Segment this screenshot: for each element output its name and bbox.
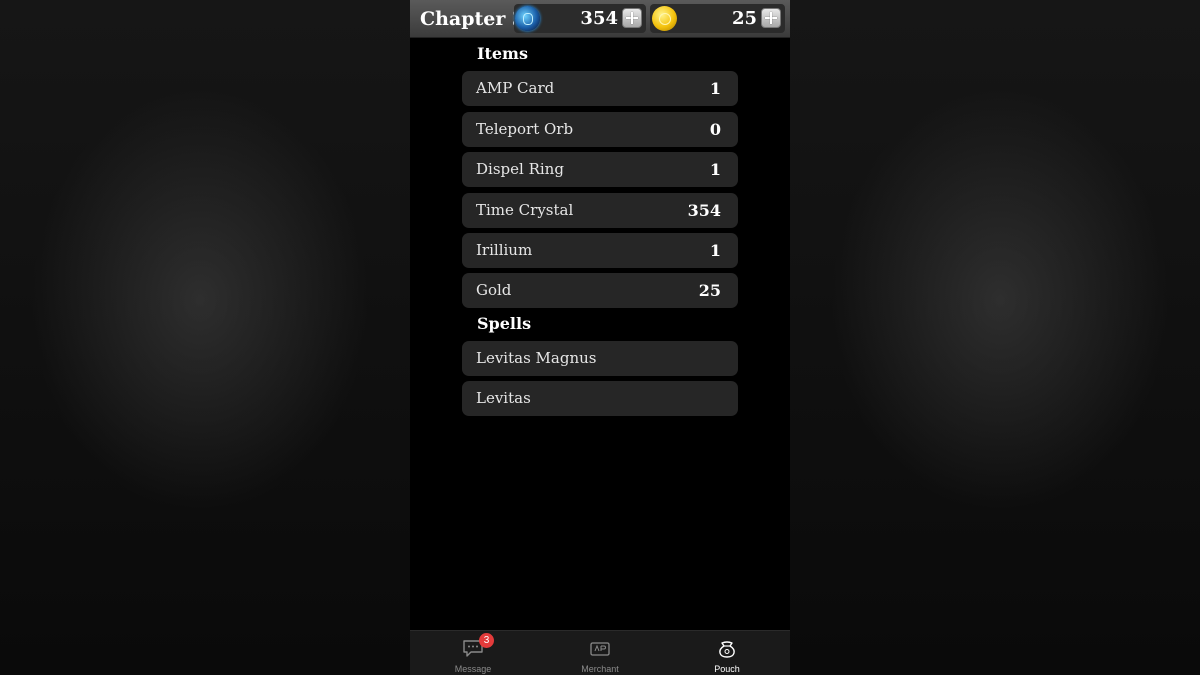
crystal-count: 354: [580, 8, 618, 29]
nav-label-pouch: Pouch: [714, 664, 740, 674]
item-count: 1: [709, 79, 721, 98]
chapter-title: Chapter 3: [420, 8, 526, 30]
spell-row-levitas-magnus[interactable]: Levitas Magnus: [462, 341, 738, 376]
pouch-icon: [719, 641, 735, 658]
spell-row-levitas[interactable]: Levitas: [462, 381, 738, 416]
merchant-card-icon: [590, 642, 610, 656]
item-name: Teleport Orb: [476, 120, 574, 138]
item-name: AMP Card: [476, 79, 555, 97]
item-row-time-crystal[interactable]: Time Crystal 354: [462, 193, 738, 228]
nav-tab-message[interactable]: 3 Message: [410, 631, 536, 675]
item-name: Time Crystal: [476, 201, 574, 219]
nav-tab-pouch[interactable]: Pouch: [664, 631, 790, 675]
gold-currency: 25: [650, 4, 785, 33]
crystal-currency: 354: [514, 4, 646, 33]
time-crystal-icon: [515, 6, 540, 31]
nav-tab-merchant[interactable]: Merchant: [537, 631, 663, 675]
add-crystal-button[interactable]: [622, 8, 642, 28]
item-count: 354: [687, 201, 721, 220]
item-row-gold[interactable]: Gold 25: [462, 273, 738, 308]
item-row-teleport-orb[interactable]: Teleport Orb 0: [462, 112, 738, 147]
item-row-irillium[interactable]: Irillium 1: [462, 233, 738, 268]
item-count: 1: [709, 241, 721, 260]
item-count: 25: [698, 281, 721, 300]
item-count: 0: [709, 120, 721, 139]
message-badge: 3: [479, 633, 494, 648]
game-screen: Chapter 3 354 25 Items AMP Card 1 Telepo…: [410, 0, 790, 675]
item-name: Irillium: [476, 241, 533, 259]
item-name: Gold: [476, 281, 512, 299]
add-gold-button[interactable]: [761, 8, 781, 28]
nav-label-merchant: Merchant: [581, 664, 619, 674]
item-count: 1: [709, 160, 721, 179]
gold-count: 25: [731, 8, 757, 29]
items-section-title: Items: [477, 44, 528, 63]
spell-name: Levitas Magnus: [476, 349, 597, 367]
spells-section-title: Spells: [477, 314, 532, 333]
item-row-amp-card[interactable]: AMP Card 1: [462, 71, 738, 106]
item-name: Dispel Ring: [476, 160, 564, 178]
nav-label-message: Message: [454, 664, 492, 674]
item-row-dispel-ring[interactable]: Dispel Ring 1: [462, 152, 738, 187]
top-bar: Chapter 3 354 25: [410, 0, 790, 38]
spell-name: Levitas: [476, 389, 531, 407]
bottom-navigation: 3 Message Merchant Pouch: [410, 630, 790, 675]
gold-coin-icon: [652, 6, 677, 31]
